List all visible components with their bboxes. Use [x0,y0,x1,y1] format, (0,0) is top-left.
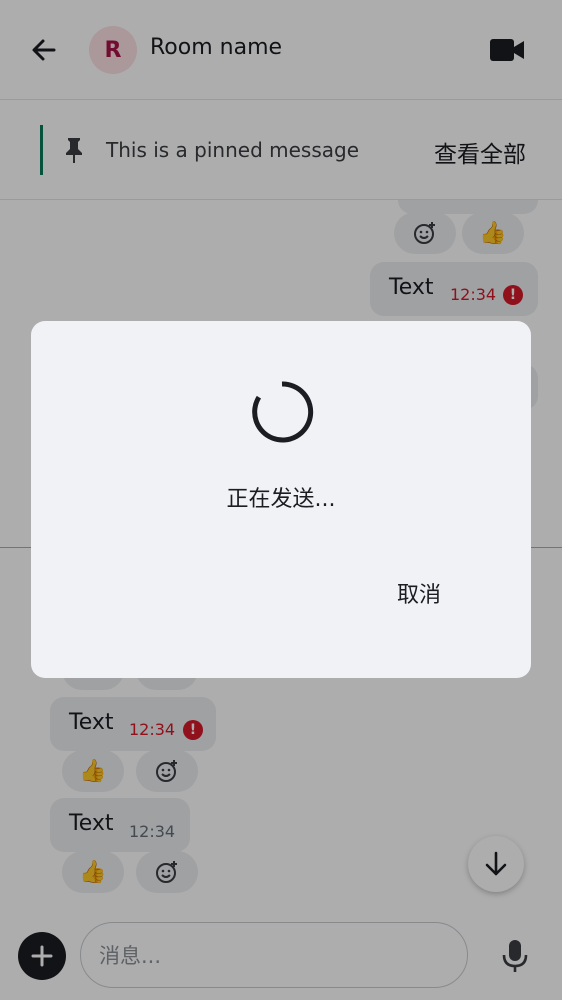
sending-progress-dialog: 正在发送... 取消 [31,321,531,678]
loading-spinner-icon [252,381,314,443]
dialog-message: 正在发送... [226,487,336,512]
cancel-button[interactable]: 取消 [379,573,459,613]
